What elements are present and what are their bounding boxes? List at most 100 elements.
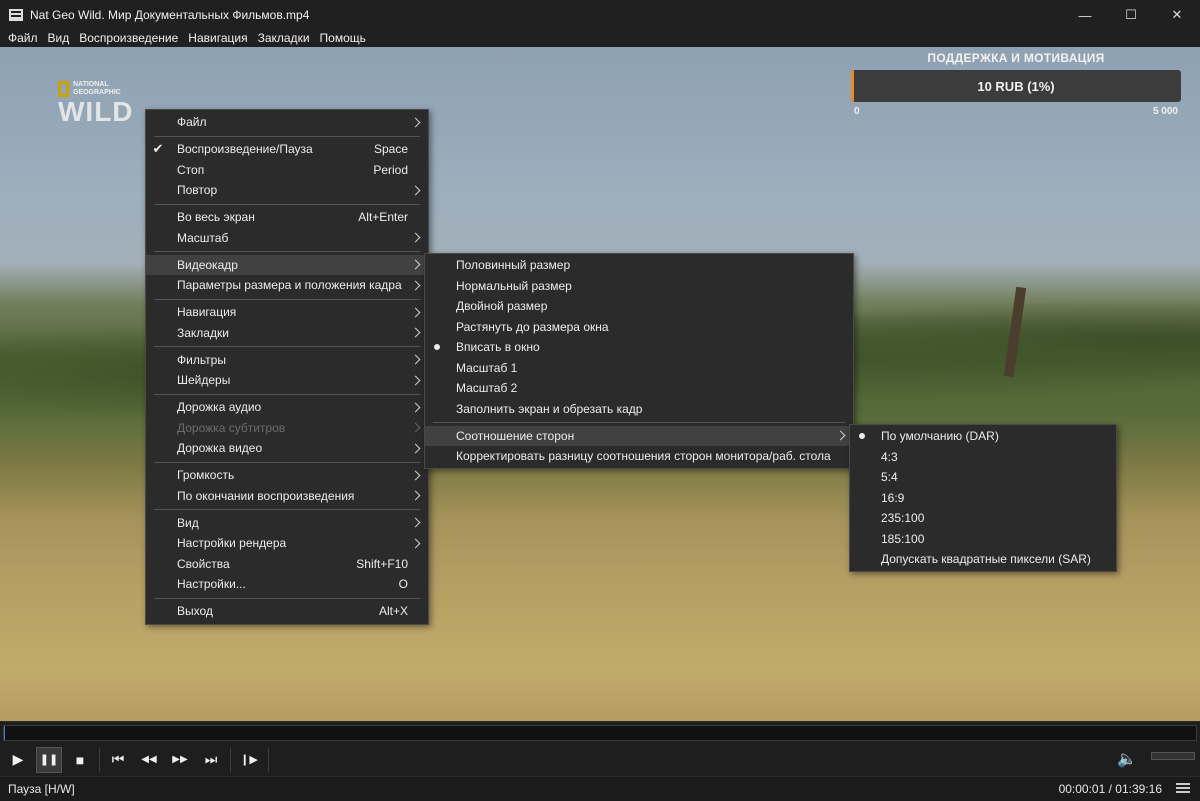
context-menu-item-7[interactable]: Масштаб: [146, 228, 428, 249]
context-menu-item-6[interactable]: Во весь экран Alt+Enter: [146, 207, 428, 228]
menu-item-label: 5:4: [881, 470, 898, 485]
menu-item-label: Растянуть до размера окна: [456, 319, 609, 334]
context-menu-item-30[interactable]: Выход Alt+X: [146, 601, 428, 622]
seek-progress: [4, 726, 6, 740]
title-bar: Nat Geo Wild. Мир Документальных Фильмов…: [0, 0, 1200, 30]
context-menu-item-25[interactable]: Вид: [146, 513, 428, 534]
context-menu-item-28[interactable]: Настройки... O: [146, 574, 428, 595]
context-menu-item-10[interactable]: Параметры размера и положения кадра: [146, 275, 428, 296]
menu-item-label: 235:100: [881, 511, 925, 526]
menubar-help[interactable]: Помощь: [315, 30, 371, 47]
aspect-menu-item-1[interactable]: 4:3: [850, 447, 1116, 468]
menu-item-label: Навигация: [177, 305, 237, 320]
menu-item-label: 185:100: [881, 531, 925, 546]
menu-item-label: Во весь экран: [177, 210, 255, 225]
rewind-button[interactable]: ◀◀: [136, 747, 162, 773]
volume-icon[interactable]: 🔈: [1116, 748, 1138, 770]
aspect-menu-item-4[interactable]: 235:100: [850, 508, 1116, 529]
menu-item-label: Свойства: [177, 556, 230, 571]
logo-big-text: WILD: [58, 96, 134, 127]
status-bar: Пауза [H/W] 00:00:01 / 01:39:16: [0, 776, 1200, 801]
next-button[interactable]: ⏭: [198, 747, 224, 773]
menu-item-label: Половинный размер: [456, 258, 571, 273]
chevron-right-icon: [410, 280, 421, 291]
context-menu-item-0[interactable]: Файл: [146, 112, 428, 133]
donation-amount: 10 RUB (1%): [977, 78, 1055, 94]
videoframe-menu-item-2[interactable]: Двойной размер: [425, 296, 853, 317]
context-menu-item-20[interactable]: Дорожка видео: [146, 438, 428, 459]
aspect-menu-item-0[interactable]: По умолчанию (DAR): [850, 426, 1116, 447]
logo-small-text: NATIONAL GEOGRAPHIC: [73, 81, 121, 96]
videoframe-menu-item-5[interactable]: Масштаб 1: [425, 358, 853, 379]
menu-item-label: Нормальный размер: [456, 278, 572, 293]
context-menu-item-15[interactable]: Фильтры: [146, 350, 428, 371]
aspect-menu-item-2[interactable]: 5:4: [850, 467, 1116, 488]
playlist-icon[interactable]: [1176, 783, 1190, 795]
context-menu-item-18[interactable]: Дорожка аудио: [146, 397, 428, 418]
context-menu-item-23[interactable]: По окончании воспроизведения: [146, 486, 428, 507]
chevron-right-icon: [410, 422, 421, 433]
context-menu-item-27[interactable]: Свойства Shift+F10: [146, 554, 428, 575]
context-menu-item-4[interactable]: Повтор: [146, 180, 428, 201]
menubar-bookmarks[interactable]: Закладки: [253, 30, 315, 47]
menubar-view[interactable]: Вид: [43, 30, 75, 47]
menu-item-label: По окончании воспроизведения: [177, 488, 355, 503]
context-menu-item-12[interactable]: Навигация: [146, 302, 428, 323]
menu-item-shortcut: Alt+X: [378, 604, 408, 619]
menubar-playback[interactable]: Воспроизведение: [74, 30, 183, 47]
context-menu-item-9[interactable]: Видеокадр: [146, 254, 428, 275]
menu-item-label: Повтор: [177, 183, 218, 198]
menubar-navigation[interactable]: Навигация: [183, 30, 252, 47]
context-menu-item-13[interactable]: Закладки: [146, 323, 428, 344]
seek-track[interactable]: [3, 725, 1197, 741]
context-menu-item-2[interactable]: ✔ Воспроизведение/Пауза Space: [146, 139, 428, 160]
chevron-right-icon: [410, 517, 421, 528]
videoframe-menu-item-4[interactable]: Вписать в окно: [425, 337, 853, 358]
menu-item-label: Вид: [177, 515, 199, 530]
context-menu-item-19: Дорожка субтитров: [146, 418, 428, 439]
aspect-ratio-submenu: По умолчанию (DAR) 4:3 5:4 16:9 235:100 185:1…: [849, 424, 1117, 572]
menu-item-label: Допускать квадратные пиксели (SAR): [881, 552, 1091, 567]
aspect-menu-item-5[interactable]: 185:100: [850, 529, 1116, 550]
menu-item-label: Корректировать разницу соотношения сторо…: [456, 449, 831, 464]
context-menu-item-16[interactable]: Шейдеры: [146, 370, 428, 391]
donation-title: ПОДДЕРЖКА И МОТИВАЦИЯ: [927, 51, 1105, 65]
minimize-button[interactable]: —: [1062, 0, 1108, 30]
context-menu-item-26[interactable]: Настройки рендера: [146, 533, 428, 554]
volume-slider[interactable]: [1151, 752, 1195, 760]
context-menu-item-22[interactable]: Громкость: [146, 465, 428, 486]
chevron-right-icon: [410, 443, 421, 454]
videoframe-menu-item-9[interactable]: Соотношение сторон: [425, 425, 853, 446]
aspect-menu-item-3[interactable]: 16:9: [850, 488, 1116, 509]
frame-step-button[interactable]: ❙▶: [236, 747, 262, 773]
videoframe-menu-item-1[interactable]: Нормальный размер: [425, 276, 853, 297]
stop-button[interactable]: ■: [67, 747, 93, 773]
ng-yellow-frame-icon: [58, 81, 69, 97]
menu-item-label: Параметры размера и положения кадра: [177, 278, 402, 293]
radio-dot-icon: [859, 433, 865, 440]
context-menu-item-3[interactable]: Стоп Period: [146, 160, 428, 181]
toolbar-divider: [230, 747, 231, 772]
menubar-file[interactable]: Файл: [3, 30, 43, 47]
previous-button[interactable]: ⏮: [105, 747, 131, 773]
seek-bar[interactable]: [0, 721, 1200, 743]
menu-item-shortcut: Period: [373, 162, 408, 177]
videoframe-menu-item-6[interactable]: Масштаб 2: [425, 378, 853, 399]
videoframe-menu-item-7[interactable]: Заполнить экран и обрезать кадр: [425, 399, 853, 420]
videoframe-menu-item-0[interactable]: Половинный размер: [425, 255, 853, 276]
videoframe-menu-item-3[interactable]: Растянуть до размера окна: [425, 317, 853, 338]
maximize-button[interactable]: ☐: [1108, 0, 1154, 30]
menu-item-shortcut: Shift+F10: [356, 556, 408, 571]
close-button[interactable]: ✕: [1154, 0, 1200, 30]
videoframe-menu-item-10[interactable]: Корректировать разницу соотношения сторо…: [425, 446, 853, 467]
play-button[interactable]: ▶: [5, 747, 31, 773]
aspect-menu-item-6[interactable]: Допускать квадратные пиксели (SAR): [850, 549, 1116, 570]
menu-item-label: Файл: [177, 115, 207, 130]
pause-button[interactable]: ❚❚: [36, 746, 62, 773]
chevron-right-icon: [835, 430, 846, 441]
forward-button[interactable]: ▶▶: [167, 747, 193, 773]
donation-progress-fill: [851, 70, 855, 102]
menu-item-label: Настройки рендера: [177, 536, 287, 551]
radio-dot-icon: [434, 344, 440, 351]
chevron-right-icon: [410, 470, 421, 481]
